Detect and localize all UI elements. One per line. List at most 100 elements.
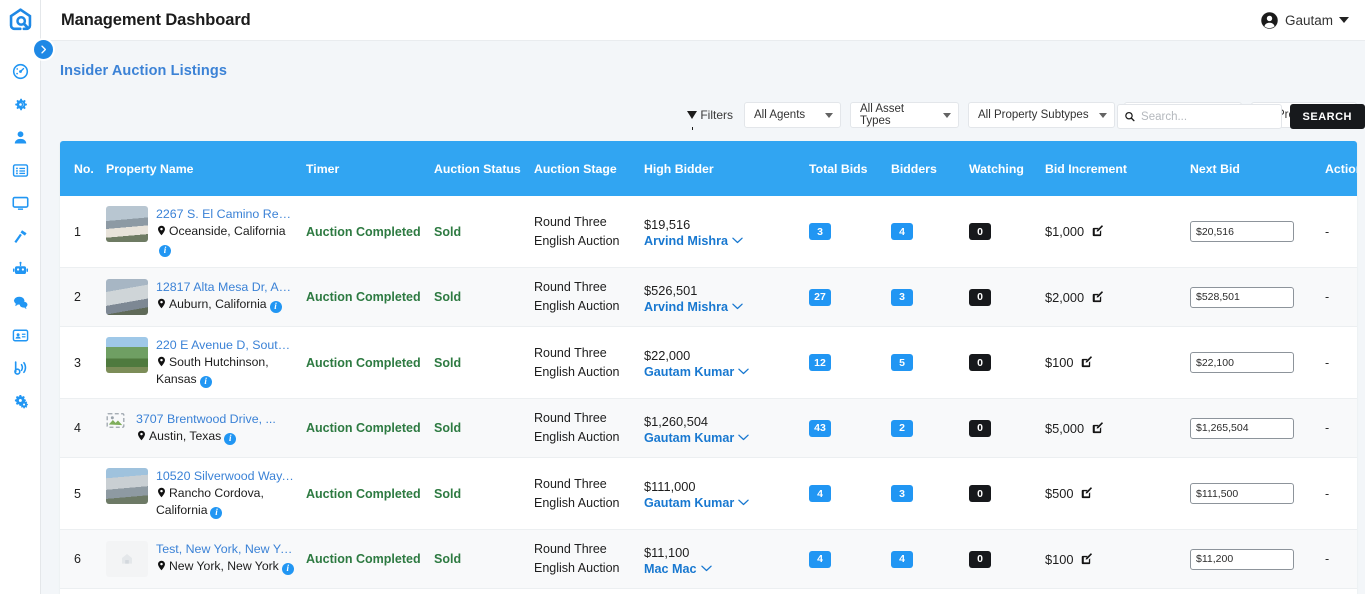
info-icon[interactable]: i — [269, 300, 282, 313]
id-card-icon — [12, 329, 28, 342]
sidebar-item-monitor[interactable] — [0, 187, 41, 220]
filter-all-property-subtypes[interactable]: All Property Subtypes — [968, 102, 1115, 128]
property-name-link[interactable]: Test, New York, New Yo... — [156, 541, 294, 557]
auction-status-value: Sold — [434, 355, 462, 370]
bidders-cell: 2 — [885, 399, 963, 458]
bidders-cell: 4 — [885, 530, 963, 589]
timer-value: Auction Completed — [306, 421, 421, 435]
total-bids-badge: 12 — [809, 354, 831, 371]
edit-bid-increment-button[interactable] — [1091, 290, 1104, 304]
watching-cell: 0 — [963, 530, 1039, 589]
property-name-link[interactable]: 220 E Avenue D, South ... — [156, 337, 294, 353]
filter-all-agents[interactable]: All Agents — [744, 102, 841, 128]
bid-increment-cell: $2,000 — [1039, 268, 1184, 327]
property-cell: Test, New York, New Yo... New York, New Y… — [100, 530, 300, 589]
auction-stage-type: English Auction — [534, 430, 620, 444]
bid-increment-cell: $100 — [1039, 327, 1184, 399]
property-thumbnail — [106, 279, 148, 315]
auction-stage-cell: Round Three English Auction — [528, 530, 638, 589]
info-icon[interactable]: i — [159, 244, 171, 257]
funnel-icon — [687, 111, 698, 130]
table-head: No. Property Name Timer Auction Status A… — [60, 141, 1357, 196]
property-name-link[interactable]: 10520 Silverwood Way, ... — [156, 468, 294, 484]
high-bidder-name[interactable]: Mac Mac — [644, 562, 697, 576]
property-location-text: New York, New York — [169, 559, 279, 573]
edit-bid-increment-button[interactable] — [1080, 487, 1093, 500]
property-name-link[interactable]: 3707 Brentwood Drive, ... — [136, 411, 276, 427]
next-bid-input[interactable] — [1190, 417, 1294, 439]
high-bidder-name[interactable]: Arvind Mishra — [644, 300, 728, 314]
action-value: - — [1325, 355, 1330, 370]
sidebar-item-settings[interactable] — [0, 88, 41, 121]
next-bid-input[interactable] — [1190, 548, 1294, 570]
next-bid-input[interactable] — [1190, 352, 1294, 373]
user-name-label: Gautam — [1284, 12, 1333, 28]
timer-value: Auction Completed — [306, 290, 421, 304]
next-bid-input[interactable] — [1190, 221, 1294, 242]
sidebar-item-contacts[interactable] — [0, 319, 41, 352]
sidebar-item-messages[interactable] — [0, 286, 41, 319]
search-input[interactable] — [1141, 110, 1275, 123]
next-bid-cell — [1184, 530, 1319, 589]
sidebar-item-advanced-settings[interactable] — [0, 385, 41, 418]
sidebar-item-tools[interactable] — [0, 220, 41, 253]
info-icon[interactable]: i — [281, 562, 294, 575]
bidders-badge: 4 — [891, 550, 913, 568]
auction-stage-cell: Round Three English Auction — [528, 458, 638, 530]
filter-all-asset-types[interactable]: All Asset Types — [850, 102, 959, 128]
app-root: Management Dashboard Gautam Insider Auct… — [0, 0, 1365, 594]
high-bid-amount: $1,260,504 — [644, 413, 709, 429]
multi-gear-icon — [14, 394, 28, 409]
high-bidder-name[interactable]: Gautam Kumar — [644, 496, 734, 510]
app-logo[interactable] — [0, 0, 41, 41]
search-box[interactable] — [1116, 104, 1282, 129]
sidebar-item-listings[interactable] — [0, 154, 41, 187]
bid-increment-cell: $1,000 — [1039, 589, 1184, 594]
bidders-cell: 3 — [885, 458, 963, 530]
filter-agents-value: All Agents — [754, 109, 806, 121]
filter-asset-value: All Asset Types — [860, 103, 905, 127]
col-action: Action — [1319, 141, 1357, 196]
watching-cell: 0 — [963, 589, 1039, 594]
property-location: Austin, Texas i — [136, 428, 276, 445]
sidebar-item-bot[interactable] — [0, 253, 41, 286]
chevron-down-icon — [700, 565, 712, 571]
bidders-badge: 5 — [891, 354, 913, 371]
col-auction-stage: Auction Stage — [528, 141, 638, 196]
high-bid-amount: $19,516 — [644, 217, 691, 232]
edit-bid-increment-button[interactable] — [1080, 356, 1093, 369]
edit-bid-increment-button[interactable] — [1080, 552, 1093, 566]
col-high-bidder: High Bidder — [638, 141, 803, 196]
info-icon[interactable]: i — [199, 375, 212, 388]
total-bids-cell: 12 — [803, 327, 885, 399]
action-cell: - — [1319, 399, 1357, 458]
search-button[interactable]: SEARCH — [1289, 104, 1365, 129]
auction-stage-type: English Auction — [534, 561, 620, 575]
list-card-icon — [12, 164, 28, 177]
edit-bid-increment-button[interactable] — [1091, 421, 1104, 435]
total-bids-badge: 27 — [809, 288, 831, 306]
edit-bid-increment-button[interactable] — [1091, 225, 1104, 238]
page-title: Insider Auction Listings — [60, 63, 228, 79]
next-bid-input[interactable] — [1190, 286, 1294, 308]
filter-subtype-value: All Property Subtypes — [978, 109, 1089, 121]
sidebar-expand-button[interactable] — [34, 40, 53, 59]
filters-text: Filters — [700, 108, 733, 122]
high-bidder-name[interactable]: Gautam Kumar — [644, 365, 734, 379]
high-bidder-cell: $22,000 Gautam Kumar — [638, 327, 803, 399]
next-bid-input[interactable] — [1190, 483, 1294, 504]
sidebar-item-dashboard[interactable] — [0, 55, 41, 88]
property-name-link[interactable]: 2267 S. El Camino Real... — [156, 206, 294, 222]
high-bidder-name[interactable]: Arvind Mishra — [644, 234, 728, 248]
info-icon[interactable]: i — [210, 506, 223, 519]
broadcast-icon — [13, 361, 26, 375]
high-bidder-name[interactable]: Gautam Kumar — [644, 431, 734, 445]
sidebar-item-broadcast[interactable] — [0, 352, 41, 385]
user-menu[interactable]: Gautam — [1260, 11, 1349, 30]
sidebar-item-user[interactable] — [0, 121, 41, 154]
watching-cell: 0 — [963, 268, 1039, 327]
auction-status-cell: Sold — [428, 589, 528, 594]
info-icon[interactable]: i — [224, 432, 237, 445]
high-bidder-row: Gautam Kumar — [644, 431, 797, 445]
property-name-link[interactable]: 12817 Alta Mesa Dr, Au... — [156, 279, 294, 295]
